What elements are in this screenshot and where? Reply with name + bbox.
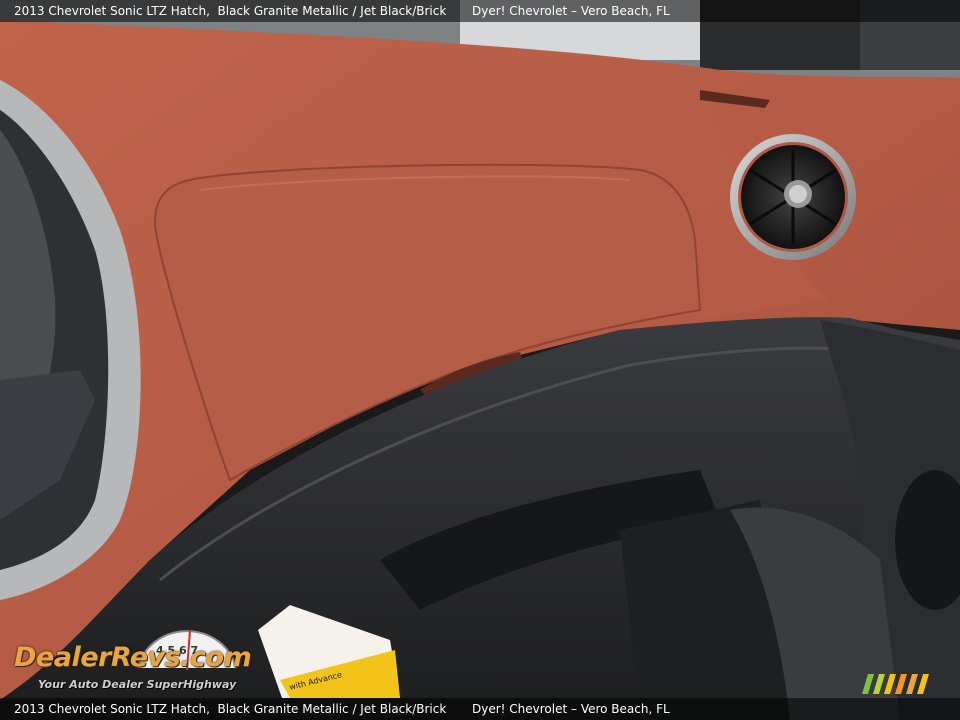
- caption-dealer-bottom: Dyer! Chevrolet – Vero Beach, FL: [472, 702, 670, 716]
- caption-bar-bottom: 2013 Chevrolet Sonic LTZ Hatch, Black Gr…: [0, 698, 960, 720]
- caption-bar-top: 2013 Chevrolet Sonic LTZ Hatch, Black Gr…: [0, 0, 960, 22]
- caption-dealer-top: Dyer! Chevrolet – Vero Beach, FL: [472, 4, 670, 18]
- watermark-tagline: Your Auto Dealer SuperHighway: [38, 678, 237, 691]
- caption-vehicle-bottom: 2013 Chevrolet Sonic LTZ Hatch, Black Gr…: [14, 702, 447, 716]
- watermark-brand: DealerRevs.com: [14, 642, 252, 673]
- dashboard-photo: with Advance 4 5 6 7: [0, 0, 960, 720]
- photo-viewer: with Advance 4 5 6 7 2013 Chevrolet Soni…: [0, 0, 960, 720]
- speed-stripes-icon: [862, 674, 929, 694]
- dealerrevs-logo: DealerRevs.com Your Auto Dealer SuperHig…: [10, 622, 270, 698]
- caption-vehicle-top: 2013 Chevrolet Sonic LTZ Hatch, Black Gr…: [14, 4, 447, 18]
